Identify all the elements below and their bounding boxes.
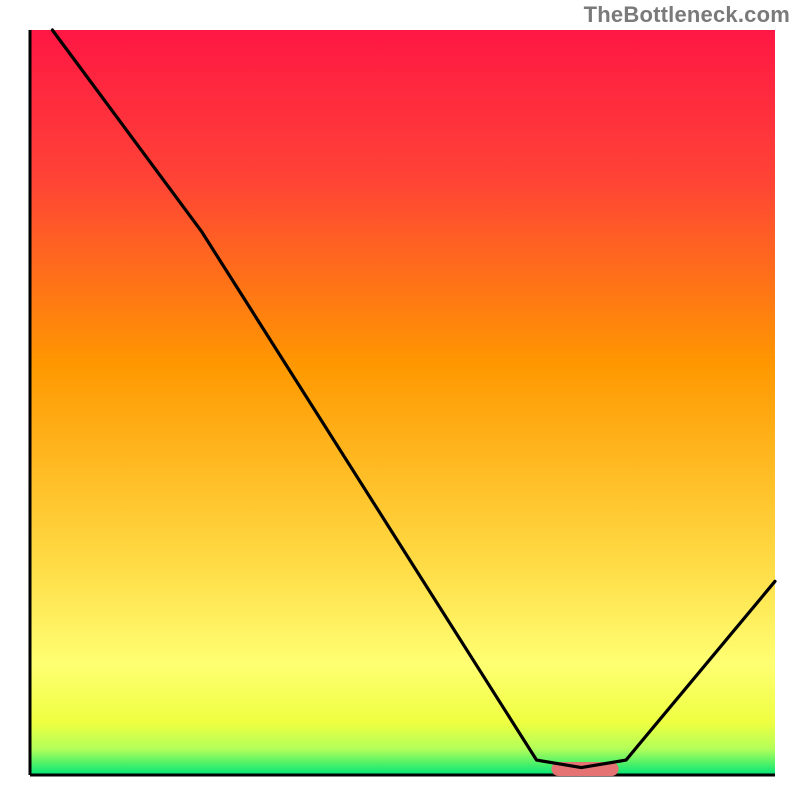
- plot-background: [30, 30, 775, 775]
- watermark-text: TheBottleneck.com: [584, 2, 790, 28]
- bottleneck-chart: [0, 0, 800, 800]
